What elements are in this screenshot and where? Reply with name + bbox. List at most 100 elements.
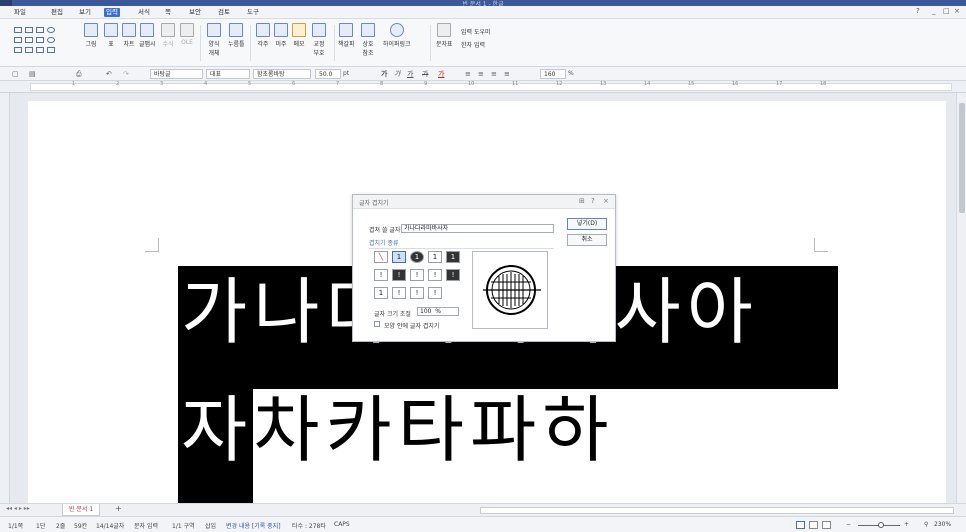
menu-format[interactable]: 서식 <box>136 8 152 17</box>
unselected-text: 차카타파하 <box>253 388 615 472</box>
cross-reference-button[interactable]: 상호 참조 <box>360 23 376 57</box>
font-size-input[interactable]: 50.0 <box>315 69 341 79</box>
zoom-search-icon[interactable]: ⚲ <box>924 521 928 528</box>
filled-triangle-option[interactable]: ! <box>392 269 406 281</box>
justify-icon[interactable]: ≡ <box>504 69 510 79</box>
horizontal-scrollbar[interactable] <box>480 507 954 514</box>
char-overlap-dialog: 글자 겹치기 ⊞ ? × 겹쳐 쓸 글자 가나다라마바사자 겹치기 종류 ╲ 1… <box>352 194 616 342</box>
square-outline-option[interactable]: 1 <box>428 251 442 263</box>
shapes-gallery[interactable] <box>14 25 78 59</box>
proof-mark-button[interactable]: 교정 부호 <box>311 23 327 57</box>
menu-tools[interactable]: 도구 <box>245 8 261 17</box>
form-object-button[interactable]: 양식 개체 <box>206 23 222 57</box>
status-insert[interactable]: 삽입 <box>205 521 216 530</box>
status-input-mode[interactable]: 문자 입력 <box>134 521 158 530</box>
zoom-slider-handle[interactable] <box>878 522 884 528</box>
ole-icon <box>180 23 194 37</box>
add-tab-button[interactable]: + <box>115 504 122 513</box>
triangle-large-option[interactable]: ! <box>428 287 442 299</box>
filled-square-option[interactable]: 1 <box>446 251 460 263</box>
redo-icon[interactable]: ↷ <box>123 69 129 79</box>
overlap-text-input[interactable]: 가나다라마바사자 <box>401 224 554 233</box>
help-icon[interactable]: ? <box>916 7 920 15</box>
align-left-icon[interactable]: ≡ <box>465 69 471 79</box>
undo-icon[interactable]: ↶ <box>106 69 112 79</box>
align-center-icon[interactable]: ≡ <box>478 69 484 79</box>
language-select[interactable]: 대표 <box>206 69 250 79</box>
input-helper-button[interactable]: 입력 도우미 <box>461 27 491 36</box>
dialog-help-icon[interactable]: ? <box>591 197 595 205</box>
insert-ole-button[interactable]: OLE <box>180 23 194 46</box>
star-burst-option[interactable]: ! <box>410 269 424 281</box>
view-outline-icon[interactable] <box>822 521 831 529</box>
zoom-out-icon[interactable]: − <box>846 521 851 528</box>
minimize-icon[interactable]: _ <box>932 7 936 15</box>
strikethrough-button[interactable]: 가 <box>422 69 428 79</box>
square-enclosure-option[interactable]: 1 <box>392 251 406 263</box>
symbol-button[interactable]: 문자표 <box>436 23 453 48</box>
status-track-changes[interactable]: 변경 내용 [기록 중지] <box>226 521 281 530</box>
triangle-outline-option[interactable]: ! <box>374 269 388 281</box>
font-select[interactable]: 함초롬바탕 <box>253 69 311 79</box>
vertical-ruler[interactable] <box>0 93 10 503</box>
dialog-settings-icon[interactable]: ⊞ <box>579 197 585 205</box>
insert-picture-button[interactable]: 그림 <box>84 23 98 48</box>
new-document-icon[interactable]: ▢ <box>12 69 19 79</box>
italic-button[interactable]: 가 <box>394 69 400 79</box>
footnote-button[interactable]: 각주 <box>256 23 270 48</box>
filled-circle-option[interactable]: 1 <box>410 251 424 263</box>
field-button[interactable]: 누름틀 <box>228 23 245 48</box>
dialog-close-icon[interactable]: × <box>603 197 609 205</box>
tab-prev-icon[interactable]: ◂◂ ◂ ▸ ▸▸ <box>6 505 30 512</box>
open-icon[interactable]: ▤ <box>29 69 36 79</box>
overlap-text-label: 겹쳐 쓸 글자 <box>369 227 401 234</box>
memo-button[interactable]: 메모 <box>292 23 306 48</box>
field-icon <box>229 23 244 37</box>
hyperlink-button[interactable]: 하이퍼링크 <box>383 23 411 48</box>
menu-insert[interactable]: 입력 <box>104 8 120 17</box>
status-section: 1/1 구역 <box>172 523 195 530</box>
hanja-input-button[interactable]: 한자 입력 <box>461 40 485 49</box>
close-icon[interactable]: × <box>954 7 960 15</box>
zoom-input[interactable]: 160 <box>540 69 566 79</box>
vertical-scrollbar[interactable] <box>956 93 966 503</box>
diamond-option[interactable]: ! <box>428 269 442 281</box>
underline-button[interactable]: 가 <box>407 69 413 79</box>
zoom-in-icon[interactable]: + <box>904 521 909 528</box>
view-page-icon[interactable] <box>796 521 805 529</box>
tab-document-1[interactable]: 빈 문서 1 <box>62 504 101 516</box>
font-color-button[interactable]: 가 <box>438 69 444 79</box>
size-adjust-input[interactable]: 100 % <box>417 307 459 316</box>
menu-view[interactable]: 보기 <box>77 8 93 17</box>
zoom-level[interactable]: 230% <box>934 521 951 528</box>
menu-review[interactable]: 검토 <box>216 8 232 17</box>
style-select[interactable]: 바탕글 <box>150 69 203 79</box>
triangle-small-option[interactable]: ! <box>392 287 406 299</box>
menu-edit[interactable]: 편집 <box>49 8 65 17</box>
maximize-icon[interactable]: □ <box>943 7 950 15</box>
print-icon[interactable]: ⎙ <box>76 69 82 79</box>
zoom-unit: % <box>568 70 574 77</box>
triangle-medium-option[interactable]: ! <box>410 287 424 299</box>
horizontal-ruler[interactable]: 1 2 3 4 5 6 7 8 9 10 11 12 13 14 15 16 1… <box>0 81 966 93</box>
menu-file[interactable]: 파일 <box>12 8 28 17</box>
bracket-square-option[interactable]: 1 <box>374 287 388 299</box>
insert-wordart-button[interactable]: 글맵시 <box>139 23 156 48</box>
document-text-line-2[interactable]: 자차카타파하 <box>181 394 614 466</box>
bookmark-button[interactable]: 책갈피 <box>338 23 355 48</box>
insert-table-button[interactable]: 표 <box>104 23 118 48</box>
bold-button[interactable]: 가 <box>381 69 387 79</box>
overlap-inside-checkbox[interactable] <box>374 321 380 327</box>
view-web-icon[interactable] <box>809 521 818 529</box>
align-right-icon[interactable]: ≡ <box>491 69 497 79</box>
symbol-icon <box>437 23 452 37</box>
endnote-button[interactable]: 미주 <box>274 23 288 48</box>
cancel-button[interactable]: 취소 <box>567 234 607 246</box>
no-enclosure-option[interactable]: ╲ <box>374 251 388 263</box>
menu-page[interactable]: 쪽 <box>163 8 173 17</box>
menu-security[interactable]: 보안 <box>187 8 203 17</box>
filled-diamond-option[interactable]: ! <box>446 269 460 281</box>
insert-equation-button[interactable]: 수식 <box>161 23 175 48</box>
insert-chart-button[interactable]: 차트 <box>122 23 136 48</box>
insert-button[interactable]: 넣기(D) <box>567 218 607 230</box>
